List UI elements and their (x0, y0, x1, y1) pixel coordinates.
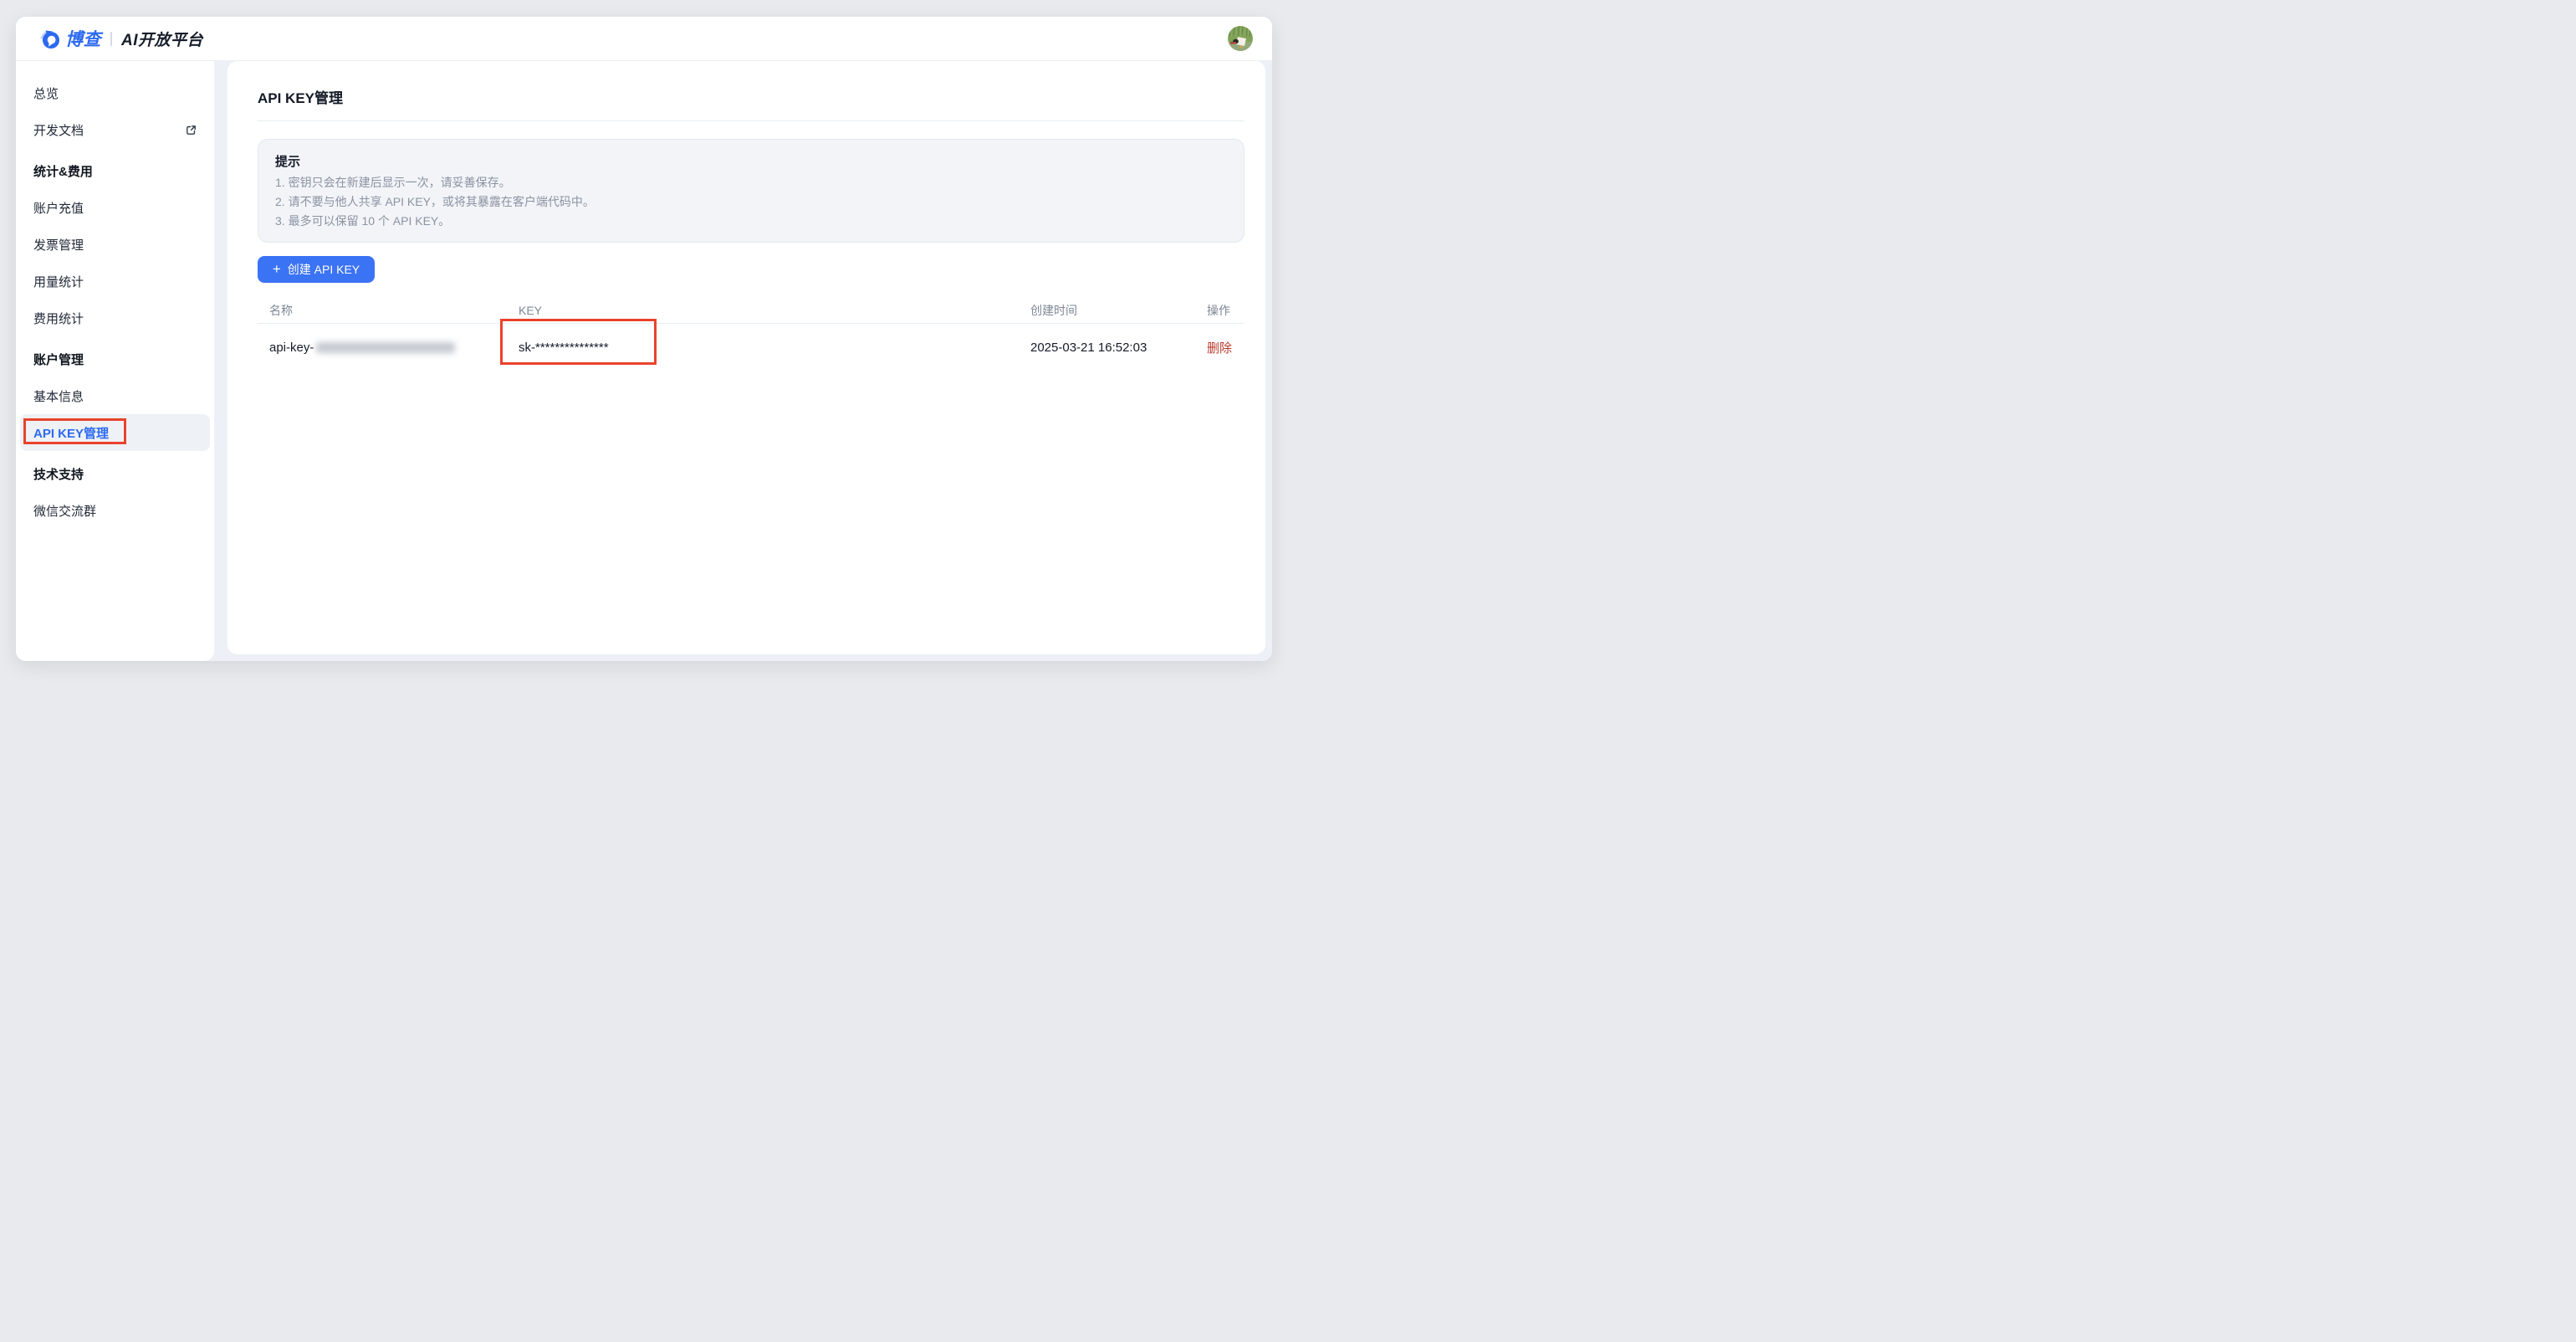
table-row: api-key- sk-*************** 2025-03-21 1… (258, 324, 1245, 371)
create-api-key-button[interactable]: + 创建 API KEY (258, 256, 375, 283)
top-header: 博查 AI开放平台 (16, 17, 1272, 61)
sidebar-item-label: 费用统计 (33, 310, 84, 327)
sidebar-item-label: 微信交流群 (33, 502, 96, 520)
external-link-icon (186, 125, 197, 136)
sidebar-item-basic-info[interactable]: 基本信息 (20, 377, 210, 414)
sidebar-section-support: 技术支持 (20, 455, 210, 492)
sidebar-section-account: 账户管理 (20, 341, 210, 377)
api-key-value-cell: sk-*************** (519, 341, 1030, 355)
sidebar-item-label: 用量统计 (33, 273, 84, 290)
app-window: 博查 AI开放平台 (16, 17, 1272, 661)
sidebar-item-invoices[interactable]: 发票管理 (20, 226, 210, 263)
sidebar-item-overview[interactable]: 总览 (20, 74, 210, 111)
sidebar-section-stats-fees: 统计&费用 (20, 152, 210, 189)
sidebar-item-label: 发票管理 (33, 236, 84, 254)
sidebar-item-label: 基本信息 (33, 387, 84, 405)
table-header-row: 名称 KEY 创建时间 操作 (258, 298, 1245, 323)
api-key-masked-value: sk-*************** (519, 341, 609, 355)
api-key-name-prefix: api-key- (269, 341, 314, 355)
sidebar-item-cost-stats[interactable]: 费用统计 (20, 300, 210, 336)
sidebar-item-api-key-management[interactable]: API KEY管理 (20, 414, 210, 451)
api-key-action-cell: 删除 (1207, 339, 1245, 356)
product-title: AI开放平台 (121, 28, 203, 50)
tips-line-3: 3. 最多可以保留 10 个 API KEY。 (275, 212, 1227, 231)
sidebar-item-label: API KEY管理 (33, 424, 109, 442)
tips-line-2: 2. 请不要与他人共享 API KEY，或将其暴露在客户端代码中。 (275, 192, 1227, 212)
tips-title: 提示 (275, 154, 1227, 171)
column-header-key: KEY (519, 304, 1030, 317)
tips-box: 提示 1. 密钥只会在新建后显示一次，请妥善保存。 2. 请不要与他人共享 AP… (258, 139, 1245, 243)
sidebar-section-label: 账户管理 (33, 351, 84, 368)
title-divider (258, 120, 1245, 121)
user-avatar[interactable] (1228, 26, 1253, 51)
column-header-actions: 操作 (1207, 302, 1245, 319)
bocha-logo-icon (38, 28, 61, 50)
avatar-image (1228, 26, 1253, 51)
delete-link[interactable]: 删除 (1207, 341, 1232, 356)
api-key-table: 名称 KEY 创建时间 操作 api-key- sk-*************… (258, 298, 1245, 371)
api-key-created-time: 2025-03-21 16:52:03 (1030, 341, 1207, 355)
sidebar-item-recharge[interactable]: 账户充值 (20, 189, 210, 226)
column-header-name: 名称 (258, 302, 519, 319)
column-header-created: 创建时间 (1030, 302, 1207, 319)
sidebar-section-label: 技术支持 (33, 465, 84, 483)
brand-name: 博查 (65, 26, 101, 51)
main-panel: API KEY管理 提示 1. 密钥只会在新建后显示一次，请妥善保存。 2. 请… (227, 61, 1265, 654)
plus-icon: + (273, 262, 281, 276)
sidebar: 总览 开发文档 统计&费用 账户充值 发票管理 用量统计 费用统计 账户管理 基… (16, 61, 214, 661)
tips-line-1: 1. 密钥只会在新建后显示一次，请妥善保存。 (275, 173, 1227, 192)
sidebar-item-usage-stats[interactable]: 用量统计 (20, 263, 210, 300)
create-api-key-label: 创建 API KEY (288, 261, 360, 278)
sidebar-item-wechat-group[interactable]: 微信交流群 (20, 492, 210, 529)
app-body: 总览 开发文档 统计&费用 账户充值 发票管理 用量统计 费用统计 账户管理 基… (16, 61, 1272, 661)
api-key-name-blurred (316, 342, 455, 353)
sidebar-item-label: 总览 (33, 85, 59, 102)
page-title: API KEY管理 (258, 89, 1245, 109)
api-key-name-cell: api-key- (258, 341, 519, 355)
sidebar-item-dev-docs[interactable]: 开发文档 (20, 111, 210, 148)
sidebar-item-label: 开发文档 (33, 121, 84, 139)
header-divider (110, 32, 112, 46)
sidebar-item-label: 账户充值 (33, 199, 84, 217)
sidebar-section-label: 统计&费用 (33, 162, 93, 180)
